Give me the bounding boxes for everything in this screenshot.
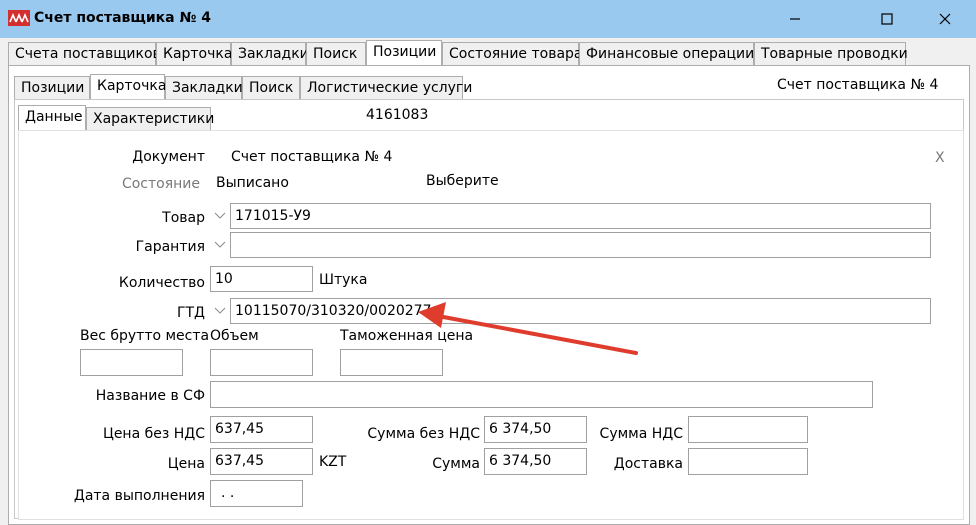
red-arrow-annotation: [418, 302, 638, 355]
